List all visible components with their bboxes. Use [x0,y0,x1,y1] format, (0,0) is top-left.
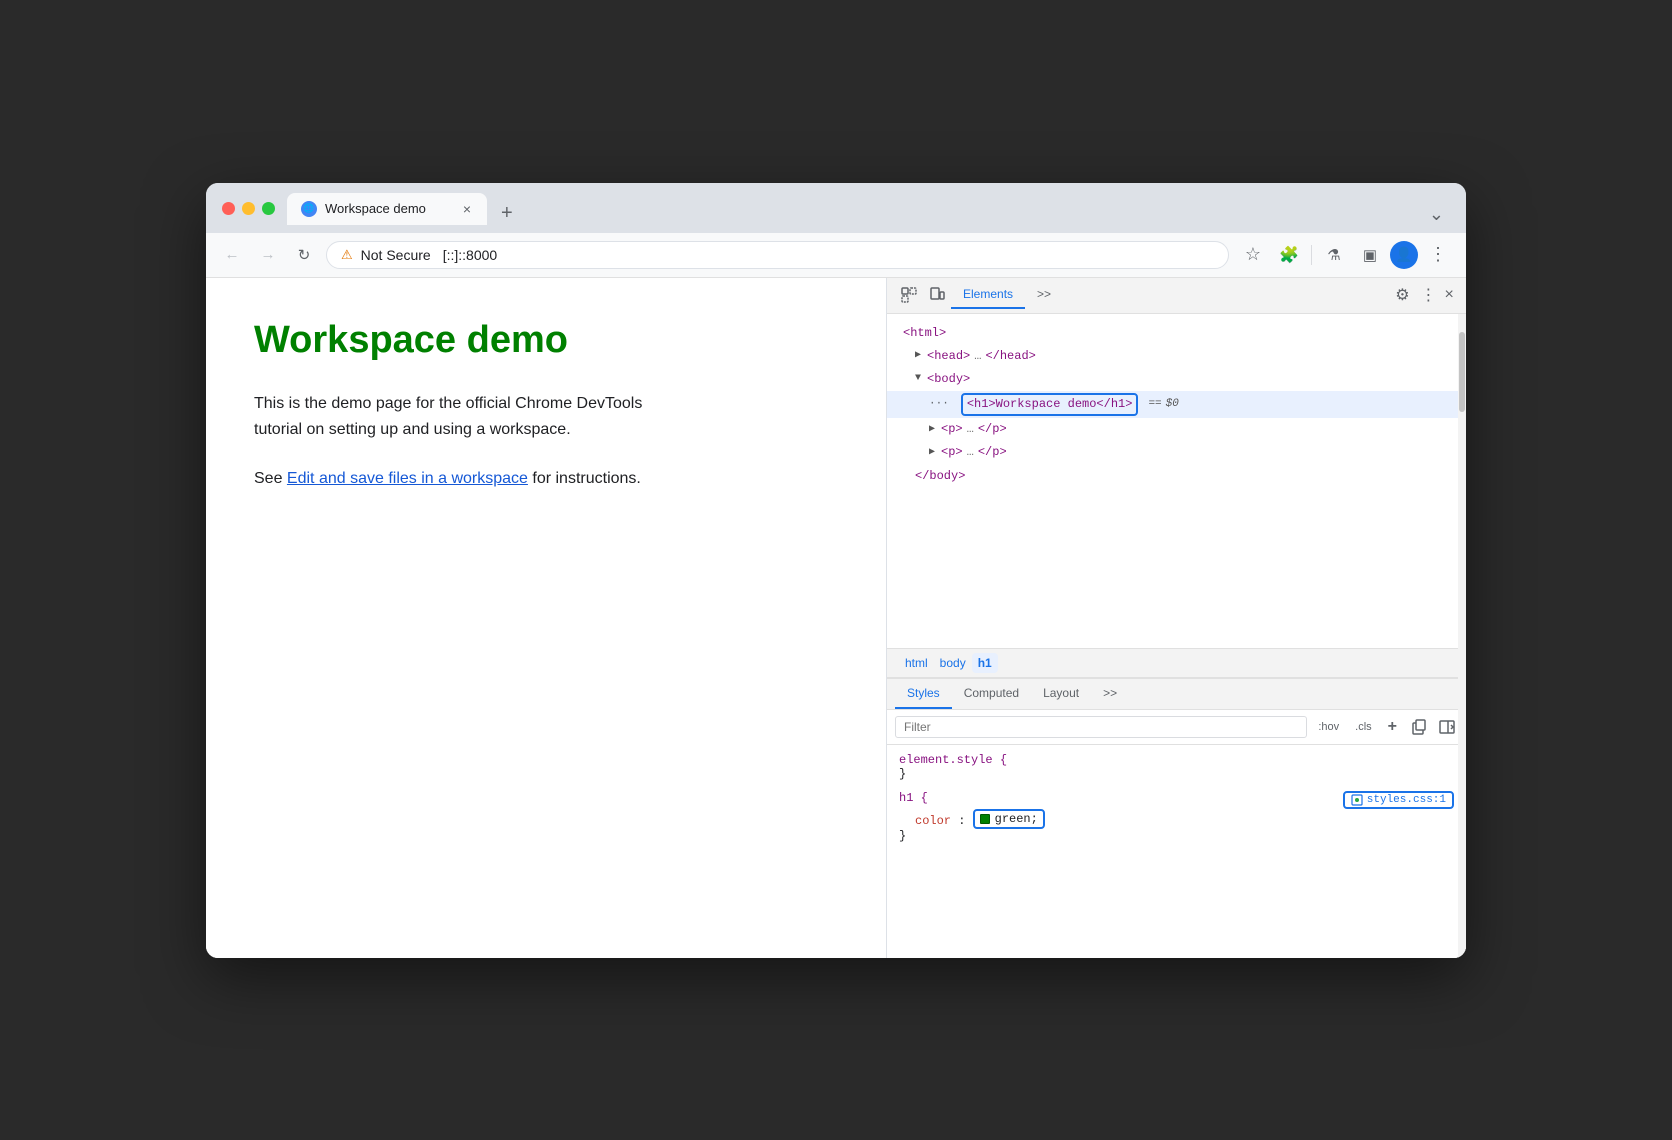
expand-head-icon[interactable]: ▶ [915,348,921,364]
styles-tab-layout[interactable]: Layout [1031,679,1091,709]
color-value-container[interactable]: green; [973,809,1045,829]
devtools-panel: Elements >> ⚙ ⋮ × <html> ▶ <head> … </he… [886,278,1466,958]
address-bar[interactable]: ⚠ Not Secure [::]::8000 [326,241,1229,269]
h1-color-property: color : green; [899,809,1454,829]
devtools-tab-more[interactable]: >> [1025,281,1063,309]
split-screen-button[interactable]: ▣ [1354,239,1386,271]
navigation-bar: ← → ↻ ⚠ Not Secure [::]::8000 ☆ 🧩 ⚗ ▣ 👤 … [206,233,1466,278]
element-style-rule: element.style { } [899,753,1454,781]
security-warning-icon: ⚠ [341,247,353,263]
styles-tab-computed[interactable]: Computed [952,679,1031,709]
styles-tab-styles[interactable]: Styles [895,679,952,709]
profile-button[interactable]: 👤 [1390,241,1418,269]
color-value: green; [995,812,1038,826]
minimize-button[interactable] [242,202,255,215]
menu-button[interactable]: ⋮ [1422,239,1454,271]
close-button[interactable] [222,202,235,215]
styles-filter-bar: :hov .cls + [887,710,1466,745]
expand-body-icon[interactable]: ▼ [915,371,921,387]
cls-button[interactable]: .cls [1350,719,1377,735]
breadcrumb-h1[interactable]: h1 [972,653,998,673]
styles-css-link[interactable]: styles.css:1 [1343,791,1454,809]
forward-button[interactable]: → [254,241,282,269]
link-suffix: for instructions. [528,470,641,487]
add-style-button[interactable]: + [1383,716,1402,738]
browser-window: 🌐 Workspace demo × + ⌄ ← → ↻ ⚠ Not Secur… [206,183,1466,958]
bookmark-button[interactable]: ☆ [1237,239,1269,271]
h1-style-rule: h1 { styles.css:1 color : [899,791,1454,843]
expand-p2-icon[interactable]: ▶ [929,445,935,461]
dom-body-node[interactable]: ▼ <body> [887,368,1466,391]
workspace-link[interactable]: Edit and save files in a workspace [287,470,528,487]
copy-styles-icon[interactable] [1408,716,1430,738]
dom-tree: <html> ▶ <head> … </head> ▼ <body> ··· [887,314,1466,648]
dom-p1-node[interactable]: ▶ <p> … </p> [887,418,1466,441]
h1-rule-header: h1 { styles.css:1 [899,791,1454,809]
page-heading: Workspace demo [254,318,838,364]
h1-selector[interactable]: h1 { [899,791,928,805]
breadcrumb-html[interactable]: html [899,653,934,673]
scrollbar-thumb [1459,332,1465,412]
tab-favicon-icon: 🌐 [301,201,317,217]
address-url: [::]::8000 [443,247,497,263]
dom-h1-node[interactable]: ··· <h1>Workspace demo</h1> == $0 [887,391,1466,418]
styles-tab-more[interactable]: >> [1091,679,1129,709]
dom-dollar-zero: $0 [1166,396,1179,414]
extensions-button[interactable]: 🧩 [1273,239,1305,271]
tab-close-icon[interactable]: × [461,199,473,219]
breadcrumb-body[interactable]: body [934,653,972,673]
page-link-paragraph: See Edit and save files in a workspace f… [254,466,694,492]
title-bar: 🌐 Workspace demo × + ⌄ [206,183,1466,233]
not-secure-label: Not Secure [361,247,431,263]
tab-bar: 🌐 Workspace demo × + ⌄ [287,193,1450,225]
new-tab-button[interactable]: + [495,202,519,225]
devtools-kebab-menu[interactable]: ⋮ [1416,285,1440,305]
nav-divider [1311,245,1312,265]
back-button[interactable]: ← [218,241,246,269]
devtools-scrollbar[interactable] [1458,314,1466,958]
devtools-settings-button[interactable]: ⚙ [1388,281,1416,309]
dom-p2-node[interactable]: ▶ <p> … </p> [887,441,1466,464]
styles-panel: Styles Computed Layout >> :hov .cls + [887,678,1466,958]
breadcrumb-bar: html body h1 [887,648,1466,678]
dom-body-close-node[interactable]: </body> [887,465,1466,488]
styles-tabs: Styles Computed Layout >> [887,679,1466,710]
active-tab[interactable]: 🌐 Workspace demo × [287,193,487,225]
devtools-close-button[interactable]: × [1440,286,1458,304]
element-style-closing: } [899,767,1454,781]
labs-button[interactable]: ⚗ [1318,239,1350,271]
selected-node-outline: <h1>Workspace demo</h1> [961,393,1139,416]
window-controls [222,202,275,215]
webpage-panel: Workspace demo This is the demo page for… [206,278,886,958]
maximize-button[interactable] [262,202,275,215]
element-style-selector: element.style { [899,753,1454,767]
nav-actions: ☆ 🧩 ⚗ ▣ 👤 ⋮ [1237,239,1454,271]
tab-more-button[interactable]: ⌄ [1423,204,1450,225]
title-bar-top: 🌐 Workspace demo × + ⌄ [222,193,1450,225]
h1-rule-closing: } [899,829,1454,843]
dom-equals-sign: == [1148,396,1161,414]
link-prefix: See [254,470,287,487]
devtools-toolbar: Elements >> ⚙ ⋮ × [887,278,1466,314]
styles-filter-input[interactable] [895,716,1307,738]
color-swatch [980,814,990,824]
tab-title: Workspace demo [325,201,453,216]
dom-head-node[interactable]: ▶ <head> … </head> [887,345,1466,368]
reload-button[interactable]: ↻ [290,241,318,269]
inspect-element-button[interactable] [895,281,923,309]
toggle-sidebar-icon[interactable] [1436,716,1458,738]
dom-html-node[interactable]: <html> [887,322,1466,345]
page-description: This is the demo page for the official C… [254,391,694,442]
expand-p1-icon[interactable]: ▶ [929,422,935,438]
device-toolbar-button[interactable] [923,281,951,309]
hov-button[interactable]: :hov [1313,719,1344,735]
content-area: Workspace demo This is the demo page for… [206,278,1466,958]
css-rules: element.style { } h1 { [887,745,1466,861]
devtools-tab-elements[interactable]: Elements [951,281,1025,309]
